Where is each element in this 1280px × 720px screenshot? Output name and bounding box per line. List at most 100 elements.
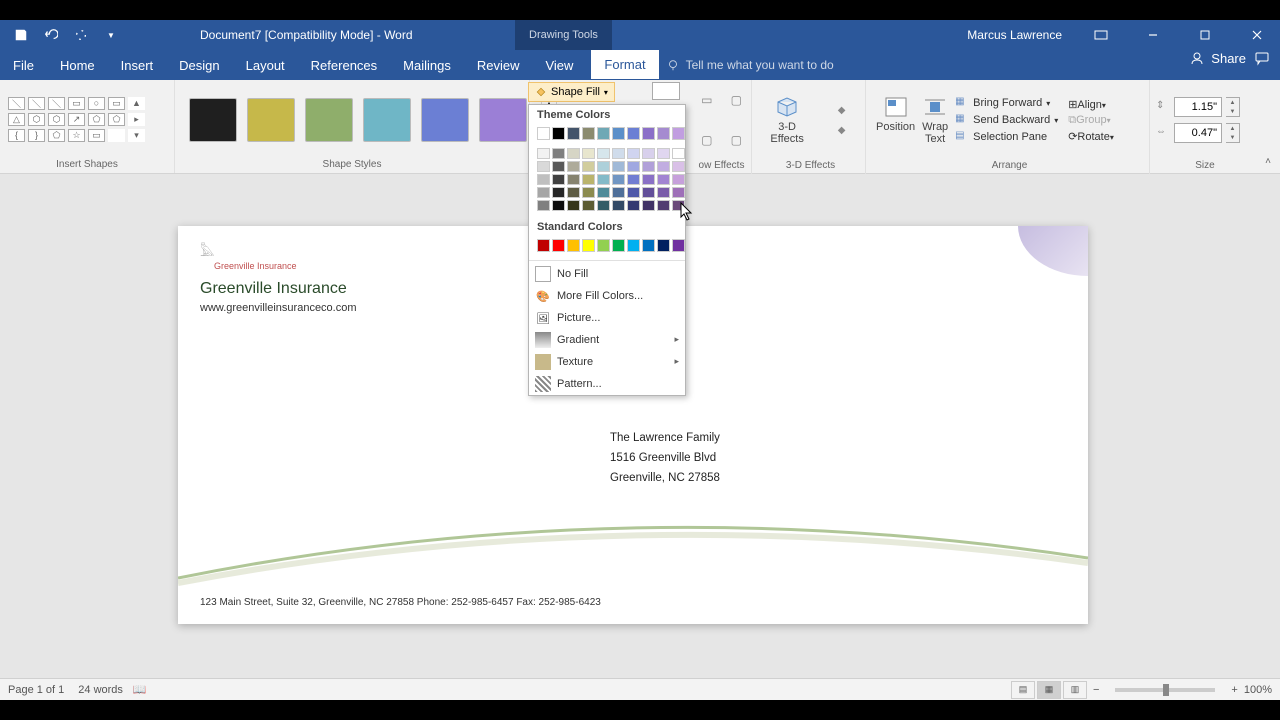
comments-icon[interactable] xyxy=(1254,50,1270,66)
style-gallery[interactable]: ▴▾▾ xyxy=(181,95,557,145)
color-swatch[interactable] xyxy=(567,200,580,211)
color-swatch[interactable] xyxy=(627,127,640,140)
color-swatch[interactable] xyxy=(672,187,685,198)
color-swatch[interactable] xyxy=(552,187,565,198)
word-count[interactable]: 24 words xyxy=(78,684,123,696)
color-swatch[interactable] xyxy=(657,127,670,140)
color-swatch[interactable] xyxy=(612,239,625,252)
color-swatch[interactable] xyxy=(612,127,625,140)
pattern-fill-item[interactable]: Pattern... xyxy=(529,373,685,395)
tab-mailings[interactable]: Mailings xyxy=(390,50,464,80)
tab-view[interactable]: View xyxy=(532,50,586,80)
color-swatch[interactable] xyxy=(672,161,685,172)
zoom-level[interactable]: 100% xyxy=(1244,684,1272,696)
color-swatch[interactable] xyxy=(597,174,610,185)
color-swatch[interactable] xyxy=(642,187,655,198)
style-swatch[interactable] xyxy=(247,98,295,142)
color-swatch[interactable] xyxy=(582,187,595,198)
shape-outline-swatch[interactable] xyxy=(652,82,680,100)
color-swatch[interactable] xyxy=(642,127,655,140)
color-swatch[interactable] xyxy=(597,239,610,252)
color-swatch[interactable] xyxy=(627,239,640,252)
height-input[interactable] xyxy=(1174,97,1222,117)
send-backward-button[interactable]: ▦Send Backward▾ xyxy=(955,113,1058,127)
zoom-slider[interactable] xyxy=(1115,688,1215,692)
minimize-button[interactable] xyxy=(1130,20,1176,50)
color-swatch[interactable] xyxy=(657,187,670,198)
color-swatch[interactable] xyxy=(537,161,550,172)
tilt-btn[interactable]: ◆ xyxy=(833,102,851,118)
group-button[interactable]: ⧉Group▾ xyxy=(1068,114,1114,127)
print-layout-button[interactable]: ▦ xyxy=(1037,681,1061,699)
color-swatch[interactable] xyxy=(657,200,670,211)
color-swatch[interactable] xyxy=(582,239,595,252)
style-swatch[interactable] xyxy=(363,98,411,142)
color-swatch[interactable] xyxy=(567,161,580,172)
color-swatch[interactable] xyxy=(537,127,550,140)
tab-review[interactable]: Review xyxy=(464,50,533,80)
zoom-out-button[interactable]: − xyxy=(1093,684,1099,696)
color-swatch[interactable] xyxy=(537,239,550,252)
color-swatch[interactable] xyxy=(537,148,550,159)
collapse-ribbon-button[interactable]: ˄ xyxy=(1260,153,1276,169)
shadow-nudge[interactable]: ▢ xyxy=(722,120,752,160)
style-swatch[interactable] xyxy=(189,98,237,142)
close-button[interactable] xyxy=(1234,20,1280,50)
shadow-btn[interactable]: ▭ xyxy=(692,80,722,120)
tell-me-search[interactable]: Tell me what you want to do xyxy=(666,50,834,80)
width-spinner[interactable]: ▲▼ xyxy=(1226,123,1240,143)
color-swatch[interactable] xyxy=(552,127,565,140)
height-spinner[interactable]: ▲▼ xyxy=(1226,97,1240,117)
picture-fill-item[interactable]: 🖼Picture... xyxy=(529,307,685,329)
color-swatch[interactable] xyxy=(567,127,580,140)
tab-file[interactable]: File xyxy=(0,50,47,80)
color-swatch[interactable] xyxy=(582,174,595,185)
color-swatch[interactable] xyxy=(582,148,595,159)
undo-icon[interactable] xyxy=(40,24,62,46)
position-button[interactable]: Position xyxy=(876,95,915,145)
more-fill-colors-item[interactable]: 🎨More Fill Colors... xyxy=(529,285,685,307)
color-swatch[interactable] xyxy=(672,239,685,252)
color-swatch[interactable] xyxy=(672,200,685,211)
color-swatch[interactable] xyxy=(552,174,565,185)
color-swatch[interactable] xyxy=(597,127,610,140)
color-swatch[interactable] xyxy=(612,161,625,172)
account-name[interactable]: Marcus Lawrence xyxy=(967,28,1062,42)
color-swatch[interactable] xyxy=(597,148,610,159)
color-swatch[interactable] xyxy=(642,239,655,252)
color-swatch[interactable] xyxy=(552,239,565,252)
width-input[interactable] xyxy=(1174,123,1222,143)
style-swatch[interactable] xyxy=(421,98,469,142)
share-button[interactable]: Share xyxy=(1189,50,1246,66)
tab-references[interactable]: References xyxy=(298,50,390,80)
no-fill-item[interactable]: No Fill xyxy=(529,263,685,285)
color-swatch[interactable] xyxy=(642,174,655,185)
color-swatch[interactable] xyxy=(597,187,610,198)
gradient-fill-item[interactable]: Gradient▸ xyxy=(529,329,685,351)
color-swatch[interactable] xyxy=(567,187,580,198)
color-swatch[interactable] xyxy=(657,239,670,252)
three-d-effects-button[interactable]: 3-D Effects xyxy=(770,95,803,145)
color-swatch[interactable] xyxy=(567,174,580,185)
color-swatch[interactable] xyxy=(582,127,595,140)
save-icon[interactable] xyxy=(10,24,32,46)
redo-icon[interactable] xyxy=(70,24,92,46)
color-swatch[interactable] xyxy=(567,148,580,159)
color-swatch[interactable] xyxy=(552,161,565,172)
tab-design[interactable]: Design xyxy=(166,50,232,80)
color-swatch[interactable] xyxy=(597,161,610,172)
style-swatch[interactable] xyxy=(479,98,527,142)
qat-customize-icon[interactable]: ▼ xyxy=(100,24,122,46)
color-swatch[interactable] xyxy=(627,174,640,185)
color-swatch[interactable] xyxy=(672,148,685,159)
color-swatch[interactable] xyxy=(552,200,565,211)
color-swatch[interactable] xyxy=(582,161,595,172)
color-swatch[interactable] xyxy=(657,174,670,185)
bring-forward-button[interactable]: ▦Bring Forward▾ xyxy=(955,96,1058,110)
shape-gallery[interactable]: ＼＼＼▭○▭▲ △⬡⬡↗⬠⬠▸ {}⬠☆▭▾ xyxy=(6,95,147,145)
shadow-nudge[interactable]: ▢ xyxy=(692,120,722,160)
color-swatch[interactable] xyxy=(567,239,580,252)
texture-fill-item[interactable]: Texture▸ xyxy=(529,351,685,373)
color-swatch[interactable] xyxy=(672,127,685,140)
ribbon-display-icon[interactable] xyxy=(1078,20,1124,50)
